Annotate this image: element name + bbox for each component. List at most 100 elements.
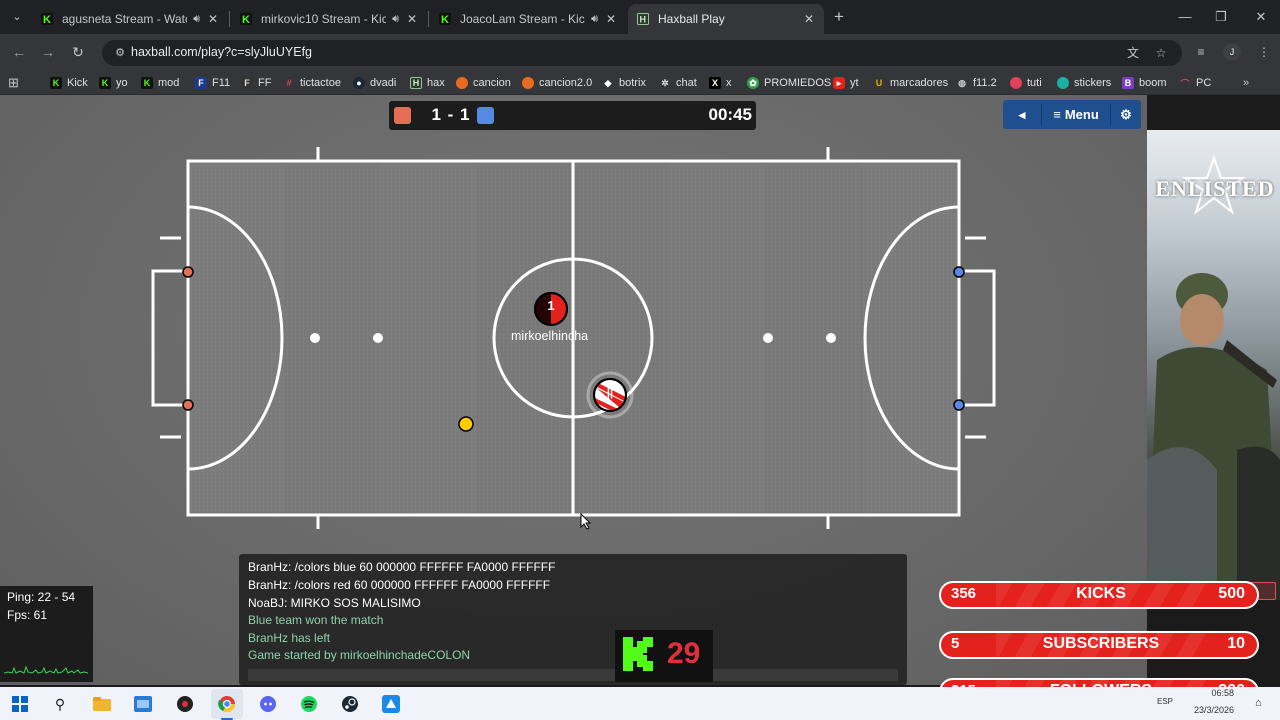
tuti-icon (1010, 77, 1022, 89)
clock-date[interactable]: 23/3/2026 (1184, 705, 1234, 715)
bookmark-promiedos[interactable]: ✿ PROMIEDOS (747, 75, 831, 91)
site-settings-icon[interactable]: ⚙︎ (112, 45, 128, 61)
bookmark-f11-2[interactable]: ◍ f11.2 (956, 75, 997, 91)
score-text: 1 - 1 (431, 105, 471, 124)
ball (458, 416, 474, 432)
outlook-icon[interactable] (132, 693, 154, 715)
tab-search-chevron-icon[interactable]: ⌄ (8, 8, 26, 26)
language-indicator[interactable]: ESP (1157, 697, 1173, 706)
scoreboard: 1 - 1 00:45 (389, 101, 756, 130)
player-name-label: mirkoelhincha (511, 329, 589, 343)
red-goal-post (182, 266, 194, 278)
notifications-icon[interactable]: ⌂ (1255, 697, 1262, 709)
youtube-icon: ▸ (833, 77, 845, 89)
kicks-counter: 356 KICKS 500 (939, 581, 1259, 609)
spotify-icon[interactable] (298, 693, 320, 715)
chat-box: BranHz: /colors blue 60 000000 FFFFFF FA… (239, 554, 907, 685)
bookmark-stickers[interactable]: stickers (1057, 75, 1111, 91)
back-icon[interactable]: ← (10, 43, 28, 61)
bookmark-mod[interactable]: Kmod (141, 75, 179, 91)
bookmark-pc[interactable]: ⌒ PC (1179, 75, 1211, 91)
bookmark-hax[interactable]: Hhax (410, 75, 445, 91)
reload-icon[interactable]: ↻ (69, 43, 87, 61)
bookmark-yt[interactable]: ▸ yt (833, 75, 859, 91)
close-tab-icon[interactable]: ✕ (802, 12, 816, 26)
address-bar[interactable]: ⚙︎ haxball.com/play?c=slyJluUYEfg 文 ☆ (102, 40, 1182, 66)
chat-input[interactable] (248, 669, 898, 681)
more-menu-icon[interactable]: ⋮ (1255, 43, 1273, 61)
stickers-icon (1057, 77, 1069, 89)
close-tab-icon[interactable]: ✕ (604, 12, 618, 26)
chrome-icon[interactable] (216, 693, 238, 715)
close-window-icon[interactable]: ✕ (1252, 8, 1270, 26)
forward-icon[interactable]: → (39, 43, 57, 61)
tab-label: JoacoLam Stream - Kick Da (460, 12, 585, 26)
steam-icon: ● (353, 77, 365, 89)
windows-start-icon[interactable] (9, 693, 31, 715)
bookmark-f11[interactable]: F F11 (195, 75, 230, 91)
kick-badge: 29 (615, 630, 713, 682)
bookmark-star-icon[interactable]: ☆ (1153, 45, 1169, 61)
close-tab-icon[interactable]: ✕ (405, 12, 419, 26)
app-icon[interactable] (174, 693, 196, 715)
app-blue-icon[interactable] (380, 693, 402, 715)
apps-grid-icon[interactable]: ⊞ (8, 75, 19, 91)
ad-title: ENLISTED (1155, 176, 1275, 201)
bookmark-kick[interactable]: K Kick (50, 75, 88, 91)
translate-icon[interactable]: 文 (1125, 45, 1141, 61)
subscribers-counter: 5 SUBSCRIBERS 10 (939, 631, 1259, 659)
hash-icon: # (286, 78, 292, 88)
bookmark-yo[interactable]: Kyo (99, 75, 128, 91)
bookmark-chat[interactable]: ✲ chat (659, 75, 697, 91)
tab-haxball[interactable]: H Haxball Play ✕ (628, 4, 824, 34)
bookmark-x[interactable]: Xx (709, 75, 732, 91)
enlisted-ad[interactable]: ENLISTED PLAY FOR FREE (1147, 130, 1280, 600)
new-tab-icon[interactable]: + (832, 7, 846, 27)
penalty-mark (310, 333, 320, 343)
menu-button[interactable]: ≡ Menu (1042, 100, 1110, 129)
hamburger-icon: ≡ (1053, 107, 1061, 122)
discord-icon[interactable] (257, 693, 279, 715)
minimize-icon[interactable]: — (1176, 8, 1194, 26)
blue-team-square (477, 107, 494, 124)
url-text[interactable]: haxball.com/play?c=slyJluUYEfg (131, 45, 312, 59)
game-menu-bar: ◂ ≡ Menu ⚙︎ (1003, 100, 1141, 129)
tab-mirkovic10[interactable]: K mirkovic10 Stream - Kick Da 🔊︎ ✕ (231, 4, 427, 34)
search-icon[interactable]: ⚲ (49, 693, 71, 715)
bookmark-botrix[interactable]: ◆ botrix (602, 75, 646, 91)
steam-icon[interactable] (339, 693, 361, 715)
restore-icon[interactable]: ❐ (1212, 8, 1230, 26)
tab-agusneta[interactable]: K agusneta Stream - Watch Li 🔊︎ ✕ (32, 4, 228, 34)
tab-joacolam[interactable]: K JoacoLam Stream - Kick Da 🔊︎ ✕ (430, 4, 626, 34)
reading-list-icon[interactable]: ≡ (1192, 43, 1210, 61)
chat-message: BranHz: /colors blue 60 000000 FFFFFF FA… (248, 560, 556, 574)
bookmark-ff[interactable]: F FF (241, 75, 271, 91)
profile-avatar[interactable]: J (1223, 43, 1241, 61)
bookmark-marcadores[interactable]: Umarcadores (873, 75, 948, 91)
bookmark-boom[interactable]: Bboom (1122, 75, 1167, 91)
svg-text:K: K (242, 14, 250, 25)
speaker-icon[interactable]: 🔊︎ (591, 13, 598, 26)
bookmark-tuti[interactable]: tuti (1010, 75, 1042, 91)
sound-toggle-icon[interactable]: ◂ (1003, 100, 1041, 129)
kick-favicon-icon: K (239, 12, 253, 26)
speaker-icon[interactable]: 🔊︎ (392, 13, 399, 26)
close-tab-icon[interactable]: ✕ (206, 12, 220, 26)
red-team-square (394, 107, 411, 124)
browser-toolbar: ← → ↻ ⚙︎ haxball.com/play?c=slyJluUYEfg … (0, 34, 1280, 71)
bookmark-dvadi[interactable]: ● dvadi (353, 75, 396, 91)
file-explorer-icon[interactable] (91, 693, 113, 715)
speaker-icon[interactable]: 🔊︎ (193, 13, 200, 26)
penalty-mark (826, 333, 836, 343)
bookmark-cancion2[interactable]: cancion2.0 (522, 75, 592, 91)
svg-text:H: H (640, 15, 647, 25)
diamond-icon: ◆ (604, 77, 612, 88)
bookmark-cancion[interactable]: cancion (456, 75, 511, 91)
boom-icon: B (1122, 77, 1134, 89)
more-bookmarks-icon[interactable]: » (1243, 75, 1249, 91)
settings-gear-icon[interactable]: ⚙︎ (1111, 100, 1141, 129)
clock-time[interactable]: 06:58 (1194, 688, 1234, 698)
haxball-favicon-icon: H (636, 12, 650, 26)
blue-goal-post (953, 266, 965, 278)
bookmark-tictactoe[interactable]: # tictactoe (283, 75, 340, 91)
